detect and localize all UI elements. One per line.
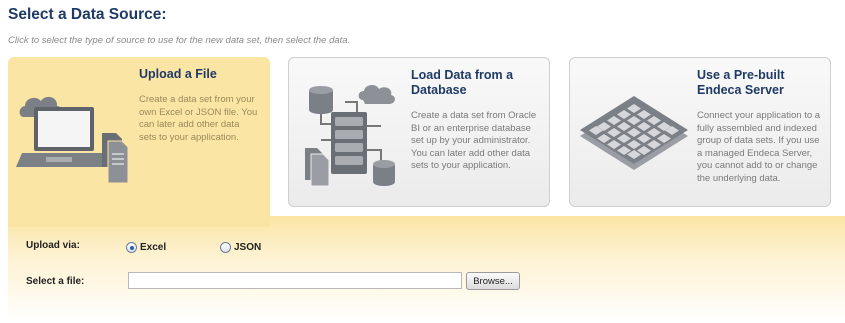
radio-excel[interactable]: Excel <box>126 242 166 253</box>
radio-excel-label: Excel <box>140 242 167 253</box>
source-title: Use a Pre-built Endeca Server <box>697 68 785 97</box>
browse-button[interactable]: Browse... <box>466 272 520 290</box>
radio-json-label: JSON <box>234 242 262 253</box>
source-card-endeca-server[interactable]: Use a Pre-built Endeca Server Connect yo… <box>569 57 831 207</box>
source-description: Create a data set from your own Excel or… <box>139 94 258 143</box>
radio-json-indicator[interactable] <box>220 242 231 253</box>
laptop-upload-icon <box>16 96 129 184</box>
radio-json[interactable]: JSON <box>220 242 261 253</box>
file-path-input[interactable] <box>128 272 462 289</box>
upload-options-panel <box>8 216 845 323</box>
radio-excel-indicator[interactable] <box>126 242 137 253</box>
select-file-label: Select a file: <box>26 276 85 287</box>
page-title: Select a Data Source: <box>8 6 167 23</box>
data-grid-icon <box>580 96 688 170</box>
source-title: Upload a File <box>139 67 217 81</box>
source-description: Create a data set from Oracle BI or an e… <box>411 110 537 171</box>
source-description: Connect your application to a fully asse… <box>697 110 821 184</box>
page-instructions: Click to select the type of source to us… <box>8 35 351 46</box>
upload-via-label: Upload via: <box>26 240 80 251</box>
source-title: Load Data from a Database <box>411 68 514 97</box>
source-card-database[interactable]: Load Data from a Database Create a data … <box>288 57 550 207</box>
database-server-icon <box>305 85 395 187</box>
source-card-upload-file[interactable]: Upload a File Create a data set from you… <box>8 57 270 227</box>
